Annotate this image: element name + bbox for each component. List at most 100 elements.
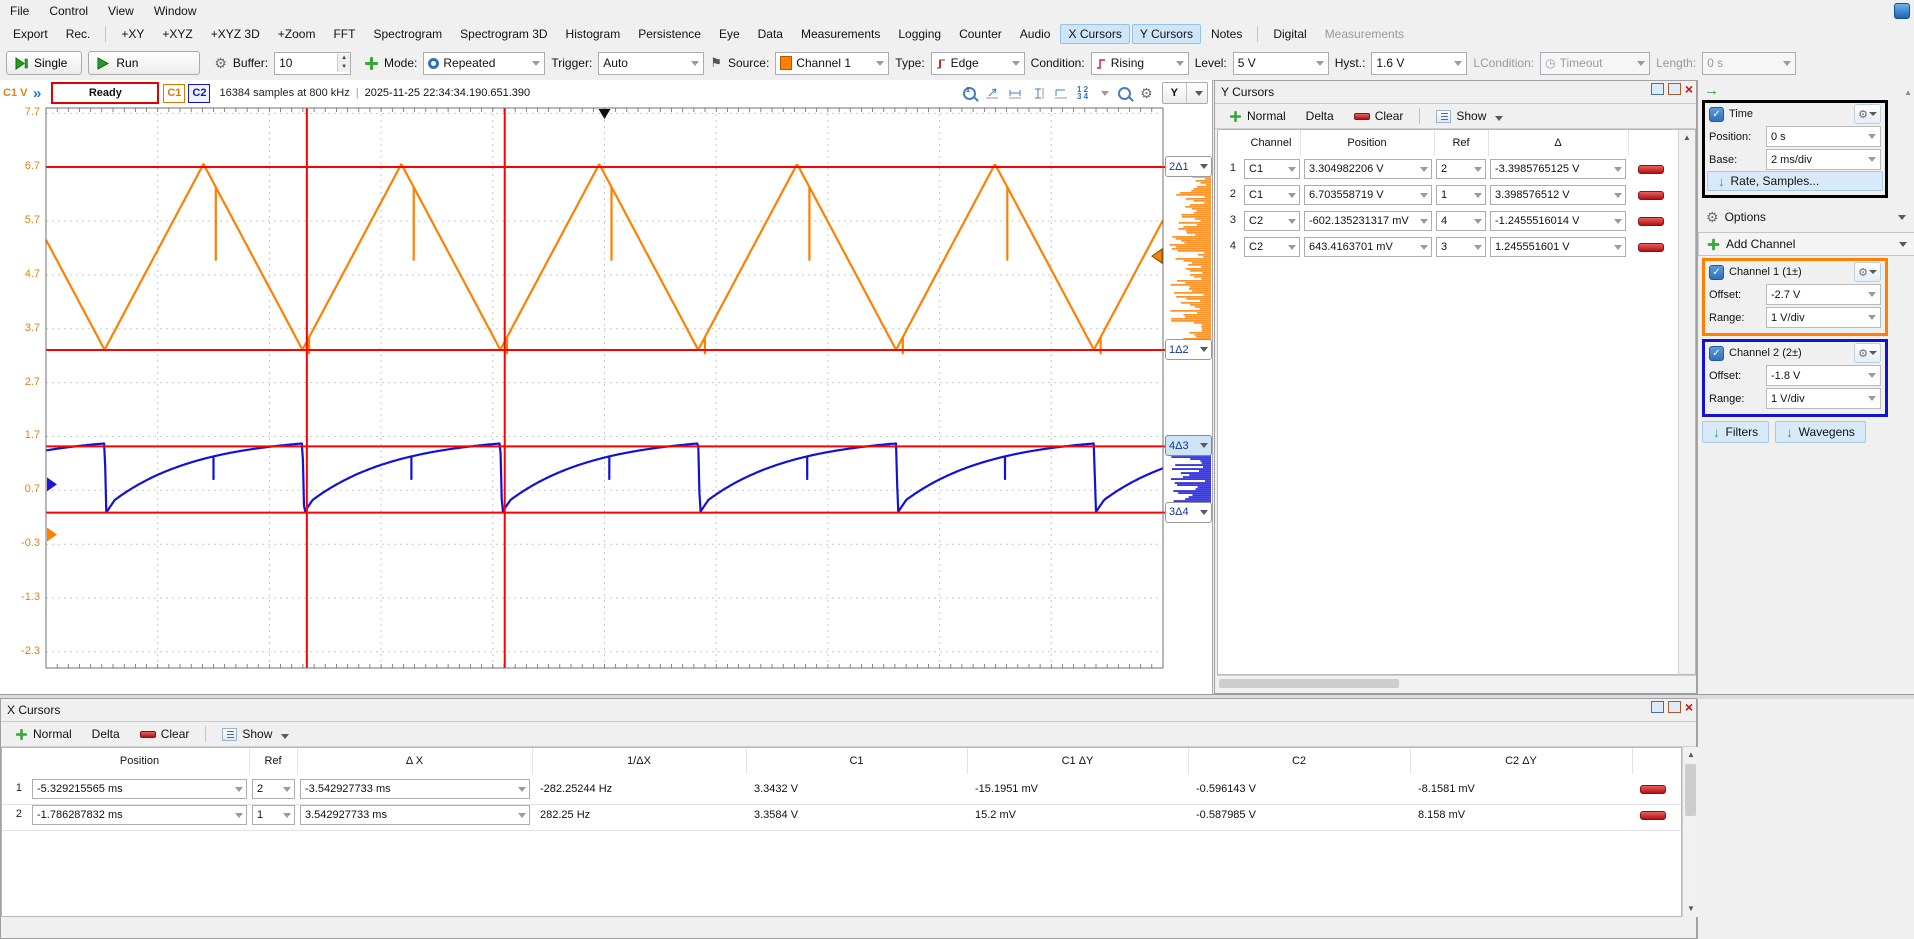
x-maximize-icon[interactable]	[1668, 701, 1681, 713]
channel1-range-select[interactable]: 1 V/div	[1766, 307, 1881, 328]
view-tab-eye[interactable]: Eye	[711, 24, 748, 44]
time-base-select[interactable]: 2 ms/div	[1766, 149, 1881, 170]
add-channel-row[interactable]: Add Channel	[1698, 232, 1914, 256]
view-tab-y-cursors[interactable]: Y Cursors	[1132, 24, 1201, 44]
x-table-vscrollbar[interactable]: ▲ ▼	[1682, 747, 1699, 917]
x-add-normal-button[interactable]: Normal	[7, 725, 80, 743]
waveform-canvas[interactable]	[0, 106, 1212, 672]
plot-settings-icon[interactable]: ⚙	[1140, 85, 1153, 102]
menu-view[interactable]: View	[98, 1, 144, 21]
hyst-select[interactable]: 1.6 V	[1371, 52, 1467, 75]
time-checkbox[interactable]: ✓	[1709, 107, 1724, 122]
menu-window[interactable]: Window	[144, 1, 207, 21]
view-tab-export[interactable]: Export	[5, 24, 56, 44]
cursor-numbers-icon[interactable]: 1 23 4	[1077, 86, 1088, 100]
x-add-delta-button[interactable]: Delta	[84, 725, 128, 743]
app-icon[interactable]	[1894, 3, 1910, 19]
y-row1-channel-select[interactable]: C1	[1244, 159, 1300, 179]
view-tab-notes[interactable]: Notes	[1203, 24, 1250, 44]
view-tab-data[interactable]: Data	[750, 24, 791, 44]
filters-button[interactable]: ↓Filters	[1702, 421, 1769, 443]
buffer-gear-icon[interactable]: ⚙	[214, 55, 227, 72]
y-table-vscrollbar[interactable]: ▲	[1678, 130, 1695, 674]
wavegens-button[interactable]: ↓Wavegens	[1775, 421, 1866, 443]
y-table-hscrollbar[interactable]	[1217, 675, 1696, 691]
view-tab-rec[interactable]: Rec.	[58, 24, 99, 44]
timeout-select[interactable]: ◷ Timeout	[1540, 52, 1650, 75]
y-row4-remove-button[interactable]	[1638, 243, 1664, 252]
y-row1-position-select[interactable]: 3.304982206 V	[1304, 159, 1432, 179]
y-maximize-icon[interactable]	[1668, 83, 1681, 95]
view-tab-persistence[interactable]: Persistence	[630, 24, 709, 44]
x-row2-remove-button[interactable]	[1640, 811, 1666, 820]
channel1-checkbox[interactable]: ✓	[1709, 265, 1724, 280]
y-row1-delta-select[interactable]: -3.3985765125 V	[1490, 159, 1626, 179]
view-tab-measurements[interactable]: Measurements	[793, 24, 888, 44]
trigger-select[interactable]: Auto	[598, 52, 704, 75]
y-row4-delta-select[interactable]: 1.245551601 V	[1490, 237, 1626, 257]
y-close-icon[interactable]: ×	[1685, 83, 1693, 95]
x-row1-dx-select[interactable]: -3.542927733 ms	[300, 779, 530, 799]
x-clear-button[interactable]: Clear	[132, 725, 198, 743]
channel1-chip[interactable]: C1	[163, 84, 185, 103]
view-tab-xyz-3d[interactable]: +XYZ 3D	[203, 24, 268, 44]
x-row1-position-select[interactable]: -5.329215565 ms	[32, 779, 247, 799]
view-tab-spectrogram-3d[interactable]: Spectrogram 3D	[452, 24, 555, 44]
width-ruler-icon[interactable]	[1008, 87, 1022, 100]
view-tab-digital[interactable]: Digital	[1265, 24, 1314, 44]
x-row1-remove-button[interactable]	[1640, 785, 1666, 794]
y-clear-button[interactable]: Clear	[1346, 107, 1412, 125]
time-position-select[interactable]: 0 s	[1766, 126, 1881, 147]
y-row1-remove-button[interactable]	[1638, 165, 1664, 174]
view-tab-zoom[interactable]: +Zoom	[270, 24, 324, 44]
y-cursor-box-2-1[interactable]: 2Δ1	[1165, 156, 1212, 177]
y-row4-ref-select[interactable]: 3	[1436, 237, 1486, 257]
channel2-range-select[interactable]: 1 V/div	[1766, 388, 1881, 409]
channel2-checkbox[interactable]: ✓	[1709, 346, 1724, 361]
view-tab-xyz[interactable]: +XYZ	[154, 24, 200, 44]
y-add-delta-button[interactable]: Delta	[1298, 107, 1342, 125]
measure-pointer-icon[interactable]	[985, 87, 999, 100]
buffer-input[interactable]: 10 ▲▼	[274, 52, 351, 75]
y-row3-channel-select[interactable]: C2	[1244, 211, 1300, 231]
level-select[interactable]: 5 V	[1233, 52, 1329, 75]
view-tab-x-cursors[interactable]: X Cursors	[1060, 24, 1129, 44]
view-tab-audio[interactable]: Audio	[1012, 24, 1059, 44]
view-tab-fft[interactable]: FFT	[325, 24, 363, 44]
channel2-gear-button[interactable]: ⚙	[1854, 343, 1881, 363]
y-row2-position-select[interactable]: 6.703558719 V	[1304, 185, 1432, 205]
menu-file[interactable]: File	[0, 1, 39, 21]
length-select[interactable]: 0 s	[1702, 52, 1796, 75]
rate-samples-button[interactable]: ↓Rate, Samples...	[1707, 171, 1883, 191]
view-tab-spectrogram[interactable]: Spectrogram	[365, 24, 450, 44]
view-tab-xy[interactable]: +XY	[113, 24, 152, 44]
type-select[interactable]: Edge	[931, 52, 1025, 75]
y-row4-position-select[interactable]: 643.4163701 mV	[1304, 237, 1432, 257]
y-row3-ref-select[interactable]: 4	[1436, 211, 1486, 231]
cursor-menu-arrow[interactable]	[1101, 91, 1109, 96]
y-cursors-titlebar[interactable]: Y Cursors ×	[1215, 81, 1696, 104]
zoom-one-icon[interactable]: 1	[963, 87, 976, 100]
x-row2-ref-select[interactable]: 1	[252, 805, 295, 825]
sidebar-scroll-up[interactable]: ▲	[1904, 88, 1912, 97]
trigger-flag-icon[interactable]: ⚑	[710, 55, 722, 71]
view-tab-logging[interactable]: Logging	[890, 24, 949, 44]
x-float-icon[interactable]	[1651, 701, 1664, 713]
y-cursor-box-1-2[interactable]: 1Δ2	[1165, 339, 1212, 360]
zoom-fit-icon[interactable]	[1118, 87, 1131, 100]
y-show-button[interactable]: Show	[1428, 107, 1511, 125]
y-row3-position-select[interactable]: -602.135231317 mV	[1304, 211, 1432, 231]
mode-select[interactable]: Repeated	[423, 52, 545, 75]
channel2-chip[interactable]: C2	[188, 84, 210, 103]
x-row2-dx-select[interactable]: 3.542927733 ms	[300, 805, 530, 825]
channel1-offset-select[interactable]: -2.7 V	[1766, 284, 1881, 305]
y-row3-remove-button[interactable]	[1638, 217, 1664, 226]
y-row4-channel-select[interactable]: C2	[1244, 237, 1300, 257]
x-show-button[interactable]: Show	[214, 725, 297, 743]
x-cursors-titlebar[interactable]: X Cursors ×	[1, 699, 1696, 722]
add-instrument-icon[interactable]	[365, 57, 378, 70]
height-ruler-icon[interactable]	[1031, 87, 1045, 100]
time-gear-button[interactable]: ⚙	[1854, 104, 1881, 124]
y-cursor-box-3-4[interactable]: 3Δ4	[1165, 502, 1212, 523]
y-row2-ref-select[interactable]: 1	[1436, 185, 1486, 205]
